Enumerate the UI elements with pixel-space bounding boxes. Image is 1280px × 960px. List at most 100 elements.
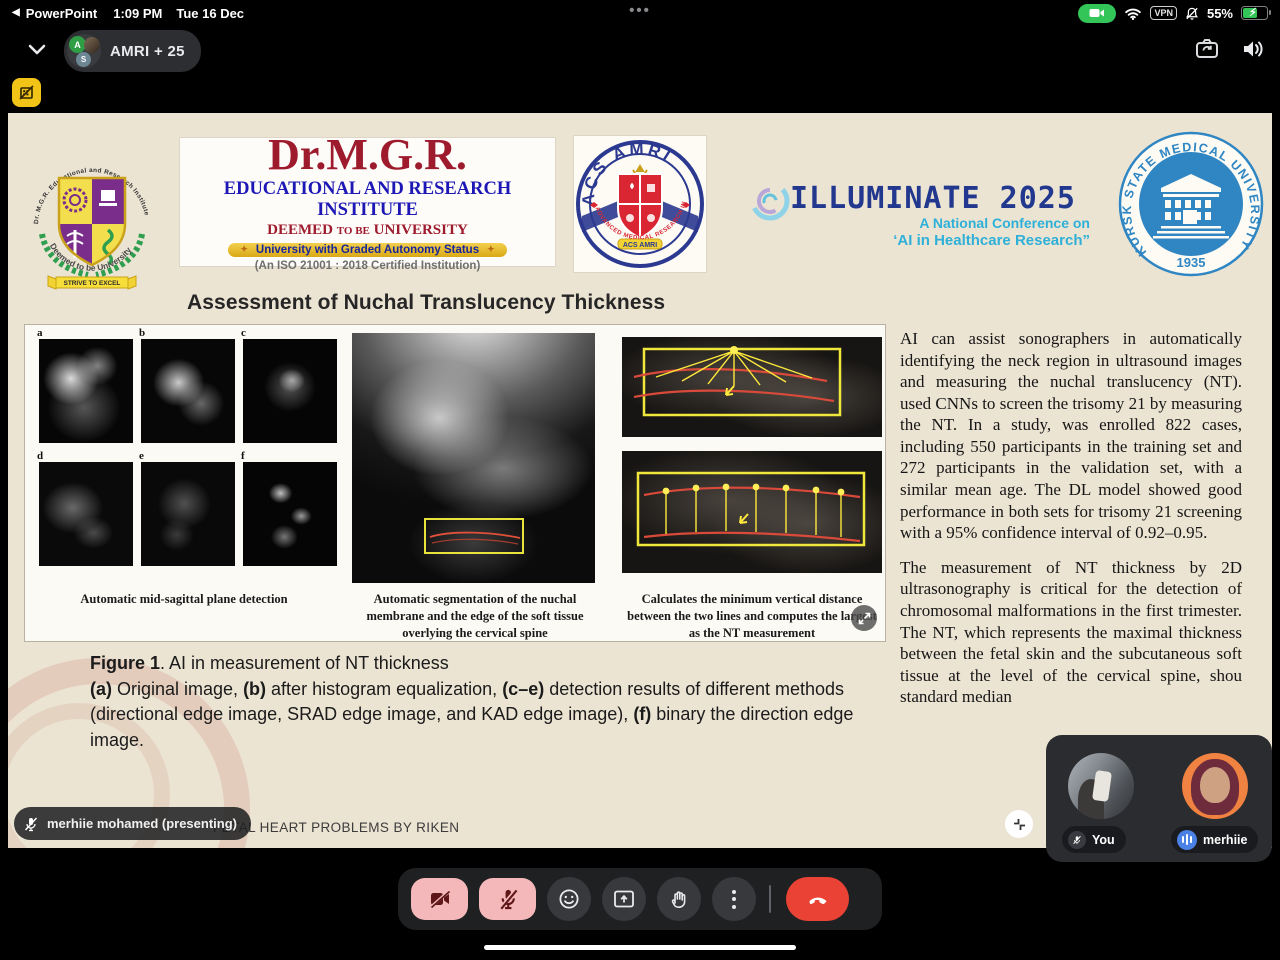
vpn-badge: VPN — [1150, 6, 1177, 20]
panel-caption-1: Automatic mid-sagittal plane detection — [39, 591, 329, 608]
presentation-app-badge[interactable] — [12, 78, 41, 107]
mgr-banner-title: Dr.M.G.R. — [268, 133, 467, 177]
panel-label-c: c — [241, 327, 246, 339]
raised-hand-icon — [668, 888, 690, 910]
participants-avatar-cluster: A S — [67, 34, 101, 68]
mic-off-icon — [1072, 835, 1082, 845]
strip1-annotation — [622, 337, 882, 437]
home-indicator[interactable] — [484, 945, 796, 950]
grid-slash-icon — [18, 84, 35, 101]
ultrasound-image-fetus — [352, 333, 595, 583]
mgr-banner-iso: (An ISO 21001 : 2018 Certified Instituti… — [255, 260, 481, 272]
ultrasound-image-b — [141, 339, 235, 443]
three-dots-icon — [732, 890, 736, 909]
figure-label: Figure 1 — [90, 653, 160, 673]
self-video-tile[interactable] — [1068, 753, 1134, 819]
camera-toggle-button[interactable] — [411, 878, 468, 920]
ultrasound-image-c — [243, 339, 337, 443]
back-to-app[interactable]: ◀ PowerPoint 1:09 PM Tue 16 Dec — [12, 6, 244, 21]
status-time: 1:09 PM — [113, 6, 162, 21]
battery-icon: ⚡︎ — [1241, 6, 1268, 20]
flip-camera-button[interactable] — [1194, 36, 1220, 62]
star-icon: ✦ — [240, 244, 248, 255]
avatar-face — [1200, 767, 1230, 803]
minimize-tiles-button[interactable] — [1005, 810, 1033, 838]
meeting-title-pill[interactable]: A S AMRI + 25 — [64, 30, 201, 72]
mic-off-badge — [1068, 831, 1086, 849]
figure-caption: Figure 1. AI in measurement of NT thickn… — [90, 651, 888, 753]
acs-amri-logo: ACS AMRI ACS AMRI ADVANCED MEDICAL RESEA… — [574, 136, 706, 272]
tile-name: You — [1092, 833, 1115, 847]
mic-off-icon — [23, 816, 39, 832]
ultrasound-strip-2 — [622, 451, 882, 573]
audio-output-button[interactable] — [1240, 36, 1266, 62]
mgr-ribbon-text: STRIVE TO EXCEL — [64, 280, 121, 287]
share-screen-button[interactable] — [602, 877, 646, 921]
meeting-title: AMRI + 25 — [110, 43, 185, 60]
raise-hand-button[interactable] — [657, 877, 701, 921]
smiley-icon — [558, 888, 580, 910]
star-icon: ✦ — [487, 244, 495, 255]
collapse-icon — [1013, 818, 1026, 831]
illuminate-subtitle2: ‘AI in Healthcare Research” — [744, 232, 1090, 249]
ultrasound-image-e — [141, 462, 235, 566]
wifi-icon — [1124, 7, 1142, 20]
kursk-logo: KURSK STATE MEDICAL UNIVERSITY 1935 — [1117, 130, 1265, 278]
mgr-banner-line2: EDUCATIONAL AND RESEARCH INSTITUTE — [180, 179, 555, 221]
slide-title: Assessment of Nuchal Translucency Thickn… — [187, 291, 665, 315]
meeting-header: A S AMRI + 25 — [0, 26, 1280, 72]
panel-label-a: a — [37, 327, 43, 339]
panel-caption-2: Automatic segmentation of the nuchal mem… — [355, 591, 595, 642]
expand-image-button[interactable] — [851, 605, 877, 631]
chevron-down-icon — [24, 36, 50, 62]
participant-tile-label: merhiie — [1171, 826, 1258, 853]
camera-off-icon — [429, 889, 451, 909]
mic-off-icon — [498, 888, 518, 910]
ultrasound-image-f — [243, 462, 337, 566]
illuminate-subtitle1: A National Conference on — [744, 215, 1090, 231]
mgr-banner-pill: ✦ University with Graded Autonomy Status… — [228, 243, 506, 257]
mgr-banner-line3: DEEMED TO BE UNIVERSITY — [267, 222, 468, 239]
panel-label-e: e — [139, 450, 144, 462]
tile-name: merhiie — [1203, 833, 1247, 847]
hangup-icon — [806, 887, 830, 911]
panel-label-d: d — [37, 450, 43, 462]
battery-percent: 55% — [1207, 6, 1233, 21]
participant-video-tile[interactable] — [1182, 753, 1248, 819]
end-call-button[interactable] — [786, 877, 849, 921]
collapse-meeting-button[interactable] — [24, 36, 50, 62]
more-options-button[interactable] — [712, 877, 756, 921]
speaking-indicator-icon — [1177, 830, 1197, 850]
flip-camera-icon — [1194, 36, 1220, 62]
nt-annotation — [352, 333, 595, 583]
figure-panel: a b c d e f — [25, 325, 885, 641]
mic-toggle-button[interactable] — [479, 878, 536, 920]
multitasking-handle[interactable]: ••• — [629, 2, 651, 19]
present-screen-icon — [613, 889, 635, 909]
screen: ◀ PowerPoint 1:09 PM Tue 16 Dec ••• VPN — [0, 0, 1280, 960]
paragraph-2: The measurement of NT thickness by 2D ul… — [900, 557, 1242, 708]
illuminate-logo: ILLUMINATE 2025 A National Conference on… — [744, 181, 1096, 249]
panel-caption-3: Calculates the minimum vertical distance… — [623, 591, 881, 642]
back-arrow-icon: ◀ — [12, 7, 20, 18]
reactions-button[interactable] — [547, 877, 591, 921]
strip2-annotation — [622, 451, 882, 573]
control-divider — [769, 885, 771, 913]
presenter-name: merhiie mohamed (presenting) — [47, 816, 237, 831]
mgr-banner: Dr.M.G.R. EDUCATIONAL AND RESEARCH INSTI… — [180, 138, 555, 266]
self-tile-label: You — [1062, 826, 1126, 853]
ultrasound-image-a — [39, 339, 133, 443]
panel-label-f: f — [241, 450, 245, 462]
illuminate-title: ILLUMINATE 2025 — [790, 181, 1076, 216]
acs-ribbon-text: ACS AMRI — [623, 242, 657, 249]
paragraph-1: AI can assist sonographers in automatica… — [900, 328, 1242, 544]
status-date: Tue 16 Dec — [176, 6, 244, 21]
camera-in-use-indicator — [1078, 4, 1116, 23]
ultrasound-strip-1 — [622, 337, 882, 437]
speaker-icon — [1240, 36, 1266, 62]
ultrasound-image-d — [39, 462, 133, 566]
expand-icon — [858, 612, 871, 625]
mgr-crest-logo: Dr. M.G.R. Educational and Research Inst… — [26, 138, 158, 290]
status-bar: ◀ PowerPoint 1:09 PM Tue 16 Dec ••• VPN — [0, 0, 1280, 26]
participant-tiles-panel: You merhiie — [1046, 735, 1272, 862]
